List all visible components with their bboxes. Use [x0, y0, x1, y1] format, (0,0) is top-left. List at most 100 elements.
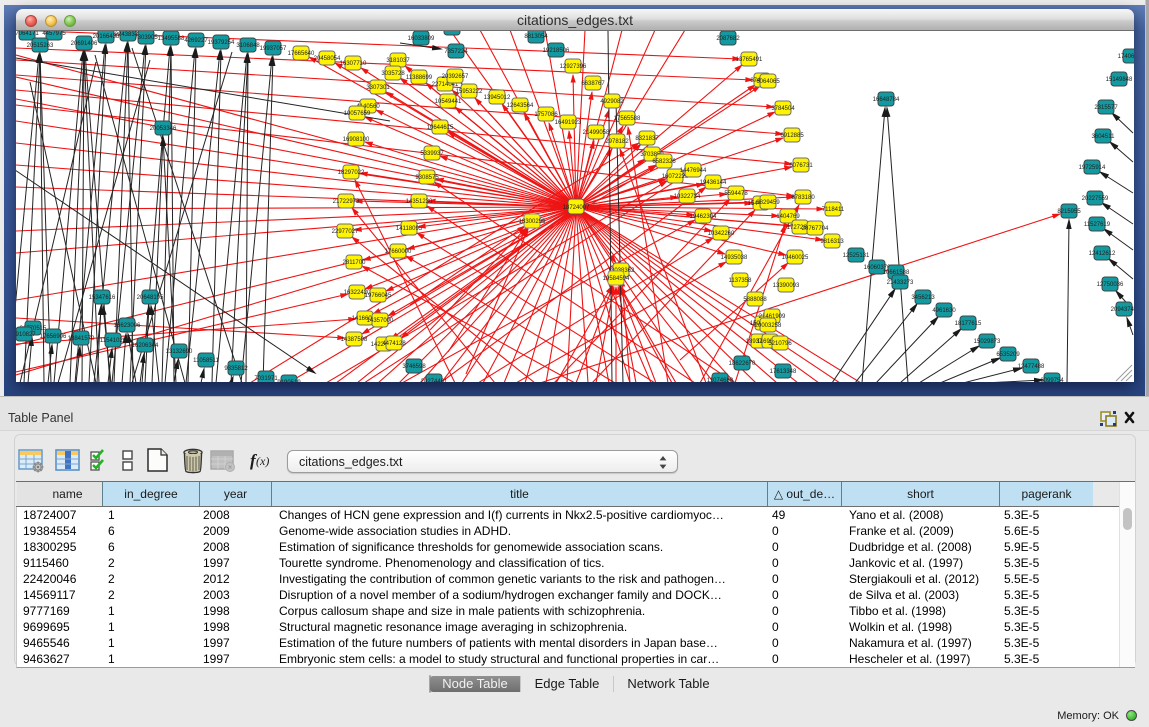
svg-text:12927396: 12927396 [560, 64, 587, 70]
svg-text:15347616: 15347616 [89, 295, 116, 301]
svg-text:3181037: 3181037 [386, 58, 410, 64]
svg-text:3307301: 3307301 [366, 85, 390, 91]
svg-text:10342260: 10342260 [708, 231, 735, 237]
svg-text:16206344: 16206344 [132, 343, 159, 349]
svg-text:18841570: 18841570 [68, 336, 95, 342]
svg-text:19766045: 19766045 [365, 293, 392, 299]
svg-text:16648784: 16648784 [873, 97, 900, 103]
svg-text:21499058: 21499058 [583, 130, 610, 136]
svg-text:15149848: 15149848 [1106, 77, 1133, 83]
svg-text:10549441: 10549441 [435, 99, 462, 105]
svg-text:5210796: 5210796 [768, 341, 792, 347]
svg-text:14387508: 14387508 [341, 337, 368, 343]
svg-text:19584594: 19584594 [603, 276, 630, 282]
svg-text:4457975: 4457975 [42, 31, 66, 37]
svg-text:16908100: 16908100 [343, 137, 370, 143]
svg-text:4961630: 4961630 [932, 308, 956, 314]
svg-text:18177615: 18177615 [955, 321, 982, 327]
svg-text:11541029: 11541029 [100, 338, 127, 344]
svg-text:2999883: 2999883 [440, 31, 464, 32]
svg-text:18297022: 18297022 [338, 170, 365, 176]
svg-text:17613348: 17613348 [770, 369, 797, 375]
svg-text:11527619: 11527619 [1084, 222, 1111, 228]
svg-text:14476944: 14476944 [680, 168, 707, 174]
svg-text:7303905: 7303905 [134, 35, 158, 41]
svg-text:19462304: 19462304 [690, 214, 717, 220]
svg-text:12412612: 12412612 [1089, 251, 1116, 257]
svg-text:20274461: 20274461 [421, 379, 448, 382]
svg-text:13945012: 13945012 [484, 95, 511, 101]
svg-text:6582326: 6582326 [652, 159, 676, 165]
svg-text:7064171: 7064171 [16, 31, 39, 37]
svg-text:16033809: 16033809 [408, 36, 435, 42]
svg-text:11388699: 11388699 [406, 75, 433, 81]
svg-text:4929082: 4929082 [600, 99, 624, 105]
svg-text:13495588: 13495588 [158, 36, 185, 42]
svg-text:1757086: 1757086 [534, 112, 558, 118]
svg-text:8829459: 8829459 [756, 200, 780, 206]
svg-text:20515263: 20515263 [27, 43, 54, 49]
svg-text:19725914: 19725914 [1079, 165, 1106, 171]
svg-text:6076731: 6076731 [789, 163, 813, 169]
svg-text:3784504: 3784504 [771, 106, 795, 112]
svg-text:5339937: 5339937 [420, 151, 444, 157]
svg-text:20392657: 20392657 [442, 74, 469, 80]
svg-text:20227559: 20227559 [1082, 196, 1109, 202]
svg-text:6638767: 6638767 [581, 81, 605, 87]
svg-text:16307710: 16307710 [340, 61, 367, 67]
svg-text:13132690: 13132690 [166, 349, 193, 355]
svg-text:22977027: 22977027 [332, 229, 359, 235]
svg-text:12477488: 12477488 [1018, 364, 1045, 370]
svg-text:10644615: 10644615 [427, 125, 454, 131]
svg-text:19436144: 19436144 [700, 180, 727, 186]
svg-text:10460025: 10460025 [782, 255, 809, 261]
svg-text:7910827: 7910827 [16, 332, 36, 338]
svg-text:(x): (x) [256, 454, 269, 468]
svg-text:7357224: 7357224 [444, 49, 468, 55]
svg-text:21722973: 21722973 [333, 199, 360, 205]
svg-text:14935038: 14935038 [721, 255, 748, 261]
svg-text:17665640: 17665640 [288, 51, 315, 57]
svg-text:14118095: 14118095 [396, 226, 423, 232]
svg-text:2087682: 2087682 [716, 36, 740, 42]
svg-text:16491923: 16491923 [555, 120, 582, 126]
svg-text:3604511: 3604511 [1092, 134, 1116, 140]
svg-text:6912885: 6912885 [780, 133, 804, 139]
svg-text:7031971: 7031971 [254, 376, 278, 382]
svg-text:3456213: 3456213 [911, 295, 935, 301]
svg-text:20458054: 20458054 [314, 56, 341, 62]
svg-text:8813054: 8813054 [524, 34, 548, 40]
svg-text:6064065: 6064065 [756, 79, 780, 85]
svg-text:17660000: 17660000 [385, 249, 412, 255]
svg-text:13390093: 13390093 [773, 283, 800, 289]
svg-text:21433273: 21433273 [887, 280, 914, 286]
svg-text:8215955: 8215955 [1057, 209, 1081, 215]
svg-text:5888088: 5888088 [743, 297, 767, 303]
svg-text:18622670: 18622670 [729, 361, 756, 367]
svg-text:5594478: 5594478 [724, 191, 748, 197]
svg-text:1404769: 1404769 [776, 214, 800, 220]
svg-text:6535209: 6535209 [996, 352, 1020, 358]
svg-text:19218506: 19218506 [543, 48, 570, 54]
svg-text:13765491: 13765491 [736, 57, 763, 63]
svg-text:2315577: 2315577 [1094, 105, 1118, 111]
svg-text:14351230: 14351230 [406, 199, 433, 205]
svg-text:14357000: 14357000 [367, 318, 394, 324]
svg-text:20767704: 20767704 [802, 226, 829, 232]
svg-text:19937057: 19937057 [260, 46, 287, 52]
svg-text:4269227: 4269227 [184, 38, 208, 44]
svg-text:2811700: 2811700 [343, 260, 367, 266]
svg-text:15029873: 15029873 [974, 339, 1001, 345]
svg-text:20691406: 20691406 [71, 41, 98, 47]
svg-text:19379254: 19379254 [208, 40, 235, 46]
svg-text:17656906: 17656906 [40, 334, 67, 340]
svg-text:9816313: 9816313 [820, 239, 844, 245]
svg-text:20648195: 20648195 [137, 295, 164, 301]
svg-text:18724007: 18724007 [563, 205, 590, 211]
svg-text:8321837: 8321837 [635, 136, 659, 142]
svg-text:3746598: 3746598 [402, 364, 426, 370]
svg-text:3106848: 3106848 [236, 43, 260, 49]
svg-text:20003258: 20003258 [755, 323, 782, 329]
svg-text:12750036: 12750036 [1097, 282, 1124, 288]
svg-text:6099754: 6099754 [1040, 378, 1064, 382]
